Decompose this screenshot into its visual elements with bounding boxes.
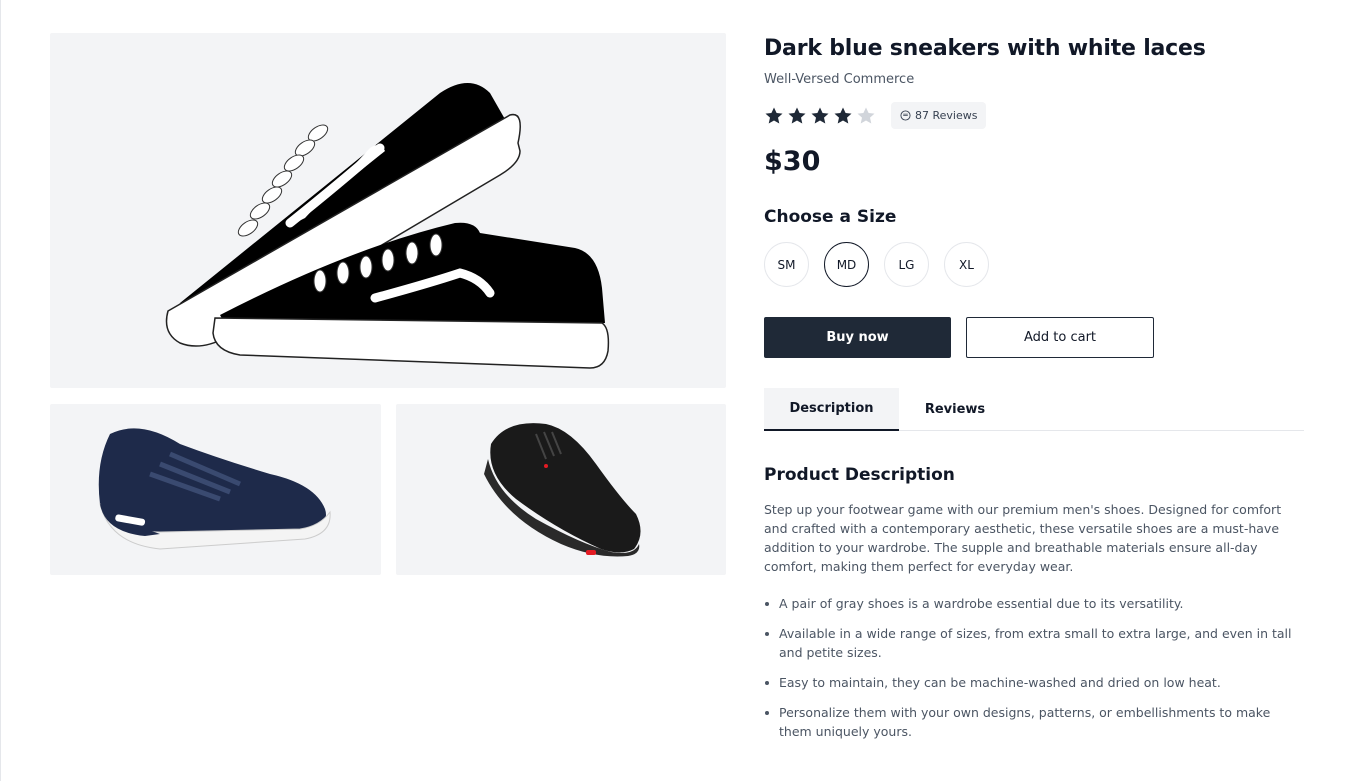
tab-reviews[interactable]: Reviews [899,388,1011,431]
product-page: Dark blue sneakers with white laces Well… [0,0,1360,781]
star-filled-icon [765,107,783,123]
size-options: SM MD LG XL [764,242,1304,287]
star-filled-icon [811,107,829,123]
tab-description[interactable]: Description [764,388,899,431]
black-cycling-shoe-image [484,423,641,557]
list-item: A pair of gray shoes is a wardrobe essen… [765,594,1304,613]
add-to-cart-button[interactable]: Add to cart [966,317,1154,358]
product-title: Dark blue sneakers with white laces [764,36,1206,61]
star-rating [764,106,876,126]
thumbnail-navy-running-shoe[interactable] [50,404,381,575]
star-filled-icon [788,107,806,123]
product-price: $30 [764,146,821,177]
description-heading: Product Description [764,465,955,485]
black-sneakers-illustration [165,83,610,369]
purchase-actions: Buy now Add to cart [764,317,1304,358]
chat-bubble-icon [900,110,911,121]
rating-row: 87 Reviews [764,102,1304,129]
size-option-md[interactable]: MD [824,242,869,287]
size-option-sm[interactable]: SM [764,242,809,287]
description-text: Step up your footwear game with our prem… [764,502,1282,574]
feature-list: A pair of gray shoes is a wardrobe essen… [764,594,1304,741]
brand-name: Well-Versed Commerce [764,72,915,87]
size-option-lg[interactable]: LG [884,242,929,287]
size-heading: Choose a Size [764,207,897,227]
star-filled-icon [834,107,852,123]
size-option-xl[interactable]: XL [944,242,989,287]
list-item: Personalize them with your own designs, … [765,703,1304,741]
buy-now-button[interactable]: Buy now [764,317,951,358]
list-item: Easy to maintain, they can be machine-wa… [765,673,1304,692]
reviews-count: 87 Reviews [915,109,978,122]
list-item: Available in a wide range of sizes, from… [765,624,1304,662]
detail-tabs: Description Reviews [764,388,1304,431]
main-product-image[interactable] [50,33,726,388]
navy-running-shoe-image [98,428,331,550]
thumbnail-black-cycling-shoe[interactable] [396,404,726,575]
star-empty-icon [857,107,875,123]
product-details: Dark blue sneakers with white laces Well… [764,33,1304,752]
reviews-badge[interactable]: 87 Reviews [891,102,987,129]
